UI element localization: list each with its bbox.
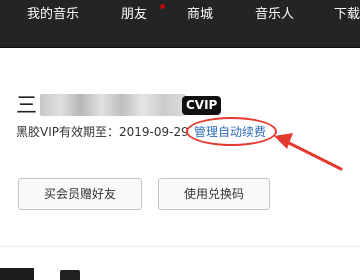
gift-membership-button[interactable]: 买会员赠好友 [18,178,142,210]
next-section-badge-cropped [60,270,80,280]
annotation-arrow-icon [274,133,343,171]
redeem-code-button[interactable]: 使用兑换码 [158,178,270,210]
next-section-title-cropped [0,268,34,280]
section-divider [0,246,360,247]
